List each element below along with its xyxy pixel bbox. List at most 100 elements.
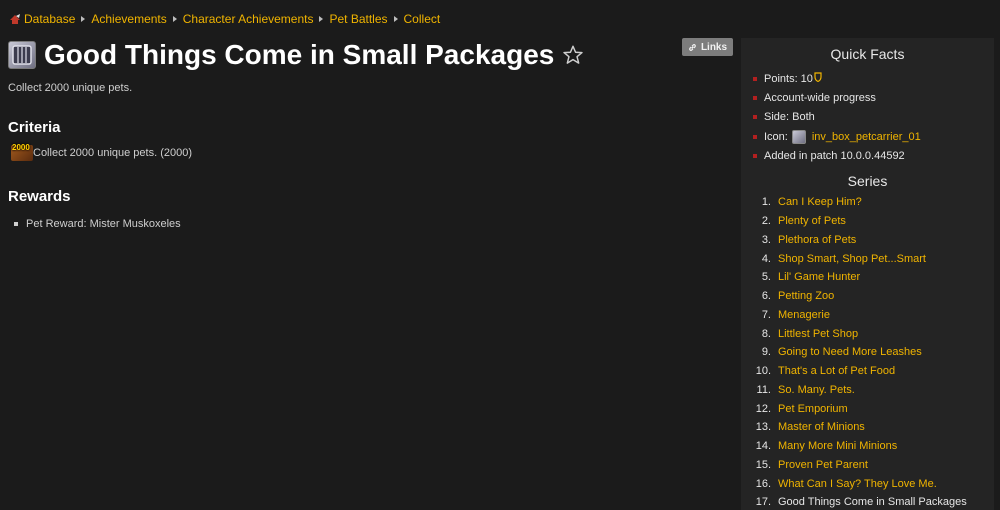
series-number: 4. bbox=[761, 252, 771, 265]
patch-text: Added in patch 10.0.0.44592 bbox=[764, 150, 905, 163]
breadcrumb-separator-icon bbox=[172, 16, 177, 22]
series-item: 2. Plenty of Pets bbox=[741, 212, 994, 231]
series-number: 3. bbox=[761, 233, 771, 246]
link-icon bbox=[689, 43, 696, 51]
series-number: 14. bbox=[755, 440, 771, 453]
series-link[interactable]: Lil' Game Hunter bbox=[778, 271, 860, 283]
series-link[interactable]: Many More Mini Minions bbox=[778, 440, 897, 452]
bullet-icon bbox=[753, 154, 757, 159]
series-item: 13. Master of Minions bbox=[741, 418, 994, 437]
bullet-icon bbox=[753, 76, 757, 81]
reward-item: Pet Reward: Mister Muskoxeles bbox=[14, 218, 181, 230]
home-icon[interactable] bbox=[9, 13, 21, 25]
series-number: 13. bbox=[755, 421, 771, 434]
breadcrumb-separator-icon bbox=[393, 16, 398, 22]
fact-icon: Icon: inv_box_petcarrier_01 bbox=[753, 127, 994, 146]
bullet-icon bbox=[753, 134, 757, 139]
series-title: Series bbox=[847, 172, 888, 189]
page: Database Achievements Character Achievem… bbox=[0, 0, 1000, 510]
series-link[interactable]: Plenty of Pets bbox=[778, 215, 846, 227]
achievement-icon bbox=[8, 41, 36, 69]
links-button[interactable]: Links bbox=[682, 38, 733, 56]
series-number: 9. bbox=[761, 346, 771, 359]
series-item: 7. Menagerie bbox=[741, 305, 994, 324]
criteria-heading: Criteria bbox=[8, 119, 61, 136]
breadcrumb-item-achievements[interactable]: Achievements bbox=[91, 12, 166, 26]
series-link[interactable]: So. Many. Pets. bbox=[778, 384, 855, 396]
quick-facts-list: Points: 10 Account-wide progress Side: B… bbox=[741, 69, 994, 166]
series-item: 16. What Can I Say? They Love Me. bbox=[741, 474, 994, 493]
series-number: 10. bbox=[755, 365, 771, 378]
series-link[interactable]: Plethora of Pets bbox=[778, 234, 856, 246]
side-text: Side: Both bbox=[764, 111, 815, 124]
breadcrumb-item-collect[interactable]: Collect bbox=[404, 12, 441, 26]
series-item-current: 17. Good Things Come in Small Packages bbox=[741, 493, 994, 510]
series-number: 2. bbox=[761, 215, 771, 228]
series-link[interactable]: Petting Zoo bbox=[778, 290, 834, 302]
series-item: 12. Pet Emporium bbox=[741, 399, 994, 418]
links-label: Links bbox=[700, 41, 728, 53]
breadcrumb: Database Achievements Character Achievem… bbox=[9, 12, 440, 26]
series-number: 5. bbox=[761, 271, 771, 284]
pet-carrier-icon bbox=[791, 129, 806, 144]
series-item: 8. Littlest Pet Shop bbox=[741, 324, 994, 343]
breadcrumb-separator-icon bbox=[319, 16, 324, 22]
criteria-text: Collect 2000 unique pets. (2000) bbox=[33, 147, 192, 159]
rewards-heading: Rewards bbox=[8, 188, 71, 205]
shield-icon bbox=[814, 72, 822, 85]
series-number: 8. bbox=[761, 327, 771, 340]
fact-account-wide: Account-wide progress bbox=[753, 88, 994, 107]
series-number: 1. bbox=[761, 196, 771, 209]
series-number: 12. bbox=[755, 402, 771, 415]
series-number: 7. bbox=[761, 308, 771, 321]
criteria-item: 2000 Collect 2000 unique pets. (2000) bbox=[11, 143, 192, 161]
reward-text: Pet Reward: Mister Muskoxeles bbox=[26, 218, 181, 230]
rewards-list: Pet Reward: Mister Muskoxeles bbox=[14, 218, 181, 230]
breadcrumb-item-character-achievements[interactable]: Character Achievements bbox=[183, 12, 314, 26]
series-current-label: Good Things Come in Small Packages bbox=[778, 496, 967, 509]
series-item: 3. Plethora of Pets bbox=[741, 230, 994, 249]
series-link[interactable]: Menagerie bbox=[778, 309, 830, 321]
series-link[interactable]: Littlest Pet Shop bbox=[778, 328, 858, 340]
breadcrumb-separator-icon bbox=[81, 16, 86, 22]
icon-label: Icon: bbox=[764, 130, 788, 143]
points-text: Points: 10 bbox=[764, 72, 813, 85]
series-link[interactable]: Pet Emporium bbox=[778, 403, 848, 415]
description: Collect 2000 unique pets. bbox=[8, 82, 133, 94]
sidebar: Quick Facts Points: 10 Account-wide prog… bbox=[741, 38, 994, 510]
series-item: 14. Many More Mini Minions bbox=[741, 437, 994, 456]
series-link[interactable]: Proven Pet Parent bbox=[778, 459, 868, 471]
series-link[interactable]: What Can I Say? They Love Me. bbox=[778, 478, 937, 490]
bullet-icon bbox=[753, 96, 757, 101]
series-item: 9. Going to Need More Leashes bbox=[741, 343, 994, 362]
breadcrumb-item-database[interactable]: Database bbox=[24, 12, 75, 26]
page-title: Good Things Come in Small Packages bbox=[44, 39, 555, 70]
series-number: 6. bbox=[761, 290, 771, 303]
series-item: 5. Lil' Game Hunter bbox=[741, 268, 994, 287]
series-link[interactable]: Master of Minions bbox=[778, 421, 865, 433]
fact-side: Side: Both bbox=[753, 108, 994, 127]
bullet-icon bbox=[753, 115, 757, 120]
series-link[interactable]: Going to Need More Leashes bbox=[778, 346, 922, 358]
series-number: 16. bbox=[755, 477, 771, 490]
criteria-icon: 2000 bbox=[11, 143, 33, 161]
breadcrumb-item-pet-battles[interactable]: Pet Battles bbox=[329, 12, 387, 26]
series-number: 17. bbox=[755, 496, 771, 509]
series-link[interactable]: Can I Keep Him? bbox=[778, 196, 862, 208]
quick-facts-title: Quick Facts bbox=[830, 46, 905, 62]
series-number: 15. bbox=[755, 458, 771, 471]
account-wide-text: Account-wide progress bbox=[764, 92, 876, 105]
bullet-icon bbox=[14, 222, 18, 226]
criteria-badge: 2000 bbox=[12, 143, 30, 152]
series-link[interactable]: That's a Lot of Pet Food bbox=[778, 365, 895, 377]
series-item: 1. Can I Keep Him? bbox=[741, 193, 994, 212]
favorite-star-icon[interactable] bbox=[562, 44, 584, 66]
series-item: 10. That's a Lot of Pet Food bbox=[741, 362, 994, 381]
series-item: 6. Petting Zoo bbox=[741, 287, 994, 306]
series-number: 11. bbox=[756, 383, 771, 396]
series-item: 4. Shop Smart, Shop Pet...Smart bbox=[741, 249, 994, 268]
title-row: Good Things Come in Small Packages bbox=[8, 38, 584, 72]
series-link[interactable]: Shop Smart, Shop Pet...Smart bbox=[778, 253, 926, 265]
fact-points: Points: 10 bbox=[753, 69, 994, 88]
icon-name-link[interactable]: inv_box_petcarrier_01 bbox=[812, 131, 921, 143]
